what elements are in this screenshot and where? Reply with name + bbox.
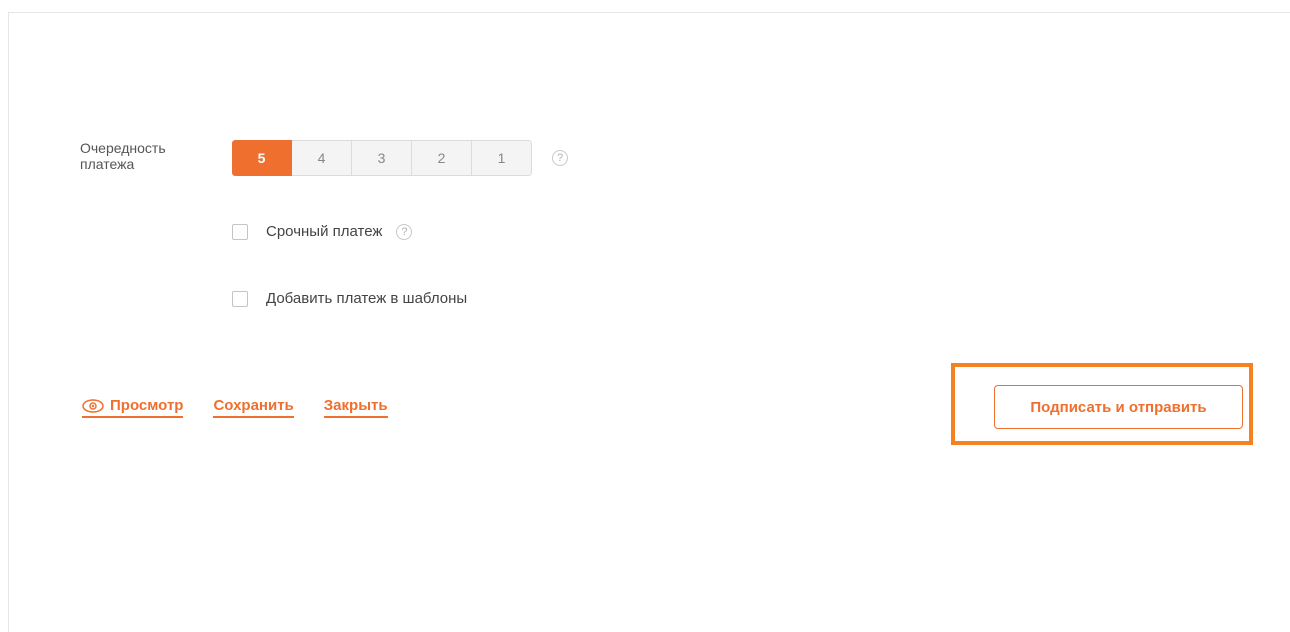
payment-priority-selector: 5 4 3 2 1 [232,140,532,176]
priority-option-5[interactable]: 5 [232,140,292,176]
form-actions: Просмотр Сохранить Закрыть [82,397,418,418]
priority-option-1[interactable]: 1 [472,140,532,176]
payment-priority-label: Очередность платежа [80,140,166,172]
question-circle-icon[interactable]: ? [396,223,413,240]
add-to-templates-row: Добавить платеж в шаблоны [232,290,467,307]
form-panel [8,12,1290,632]
save-link[interactable]: Сохранить [213,397,294,418]
add-to-templates-label[interactable]: Добавить платеж в шаблоны [266,290,467,307]
priority-option-2[interactable]: 2 [412,140,472,176]
add-to-templates-checkbox[interactable] [232,290,248,307]
priority-option-3[interactable]: 3 [352,140,412,176]
urgent-payment-row: Срочный платеж ? [232,223,413,240]
eye-icon [82,398,104,413]
priority-option-4[interactable]: 4 [292,140,352,176]
sign-and-send-button[interactable]: Подписать и отправить [994,385,1243,429]
preview-link[interactable]: Просмотр [82,397,184,418]
question-circle-icon[interactable]: ? [552,150,568,166]
close-link[interactable]: Закрыть [323,397,388,418]
preview-label: Просмотр [110,397,184,414]
urgent-payment-label[interactable]: Срочный платеж [266,223,382,240]
urgent-payment-checkbox[interactable] [232,223,248,240]
